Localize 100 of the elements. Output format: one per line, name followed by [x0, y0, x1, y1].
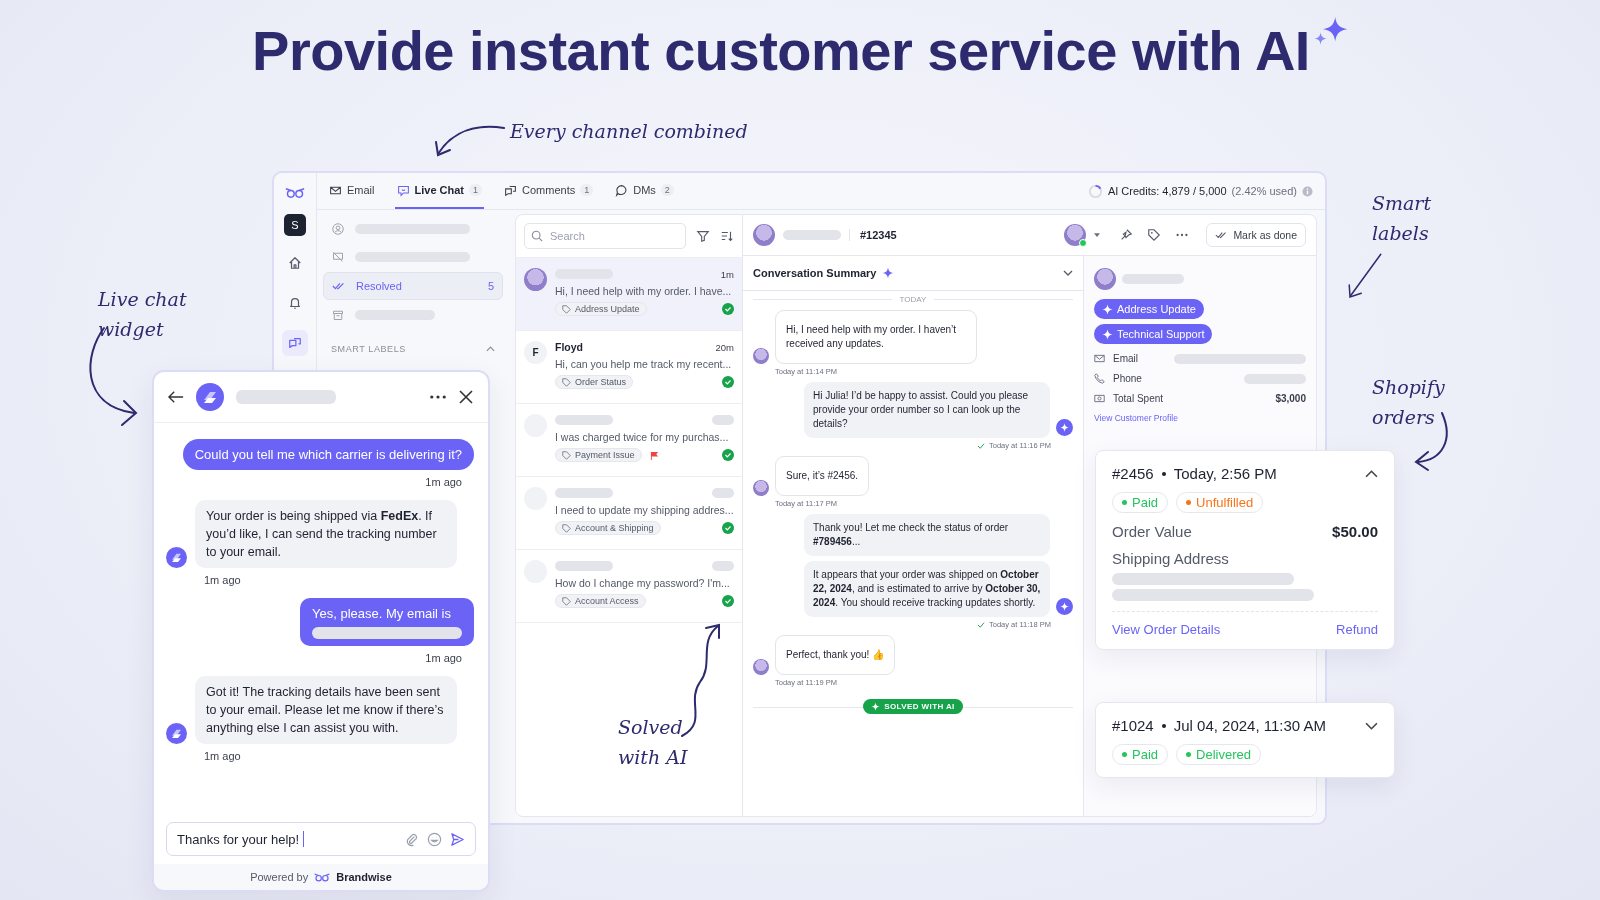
channel-tab[interactable]: Comments 1 — [502, 173, 596, 209]
order-number: #2456 — [1112, 465, 1154, 482]
sort-icon[interactable] — [720, 229, 734, 243]
section-heading: SMART LABELS — [331, 344, 406, 354]
conversation-item[interactable]: I need to update my shipping addres... Account & Shipping — [516, 477, 742, 550]
order-value: $50.00 — [1332, 523, 1378, 540]
archive-icon — [331, 309, 345, 321]
pin-icon[interactable] — [1119, 228, 1134, 242]
message-bubble: Got it! The tracking details have been sent to your email. Please let me know if there’s anything else I can assist you with. — [195, 676, 457, 744]
field-label: Email — [1113, 353, 1138, 364]
summary-bar[interactable]: Conversation Summary — [743, 256, 1083, 291]
headline: Provide instant customer service with AI — [252, 18, 1310, 83]
message-time: 1m ago — [425, 476, 462, 488]
credits-usage-text: (2.42% used) — [1231, 185, 1297, 197]
order-date: Today, 2:56 PM — [1173, 465, 1277, 482]
caret-icon[interactable] — [1094, 233, 1101, 237]
message-bubble: Hi, I need help with my order. I haven’t received any updates. — [775, 310, 977, 364]
order-number: #1024 — [1112, 717, 1154, 734]
brand-logo-icon — [166, 547, 187, 568]
message-bubble: Your order is being shipped via FedEx. If you’d like, I can send the tracking number to your email. — [195, 500, 457, 568]
placeholder-bar — [1122, 274, 1184, 284]
sparkle-icon — [871, 702, 881, 711]
chat-icon[interactable] — [282, 330, 308, 356]
channel-tab[interactable]: DMs 2 — [613, 173, 676, 209]
avatar — [753, 659, 769, 675]
conversation-item[interactable]: F Floyd 20m Hi, can you help me track my recent... Order Status — [516, 331, 742, 404]
tag-icon[interactable] — [1147, 228, 1162, 242]
channel-tab[interactable]: Email — [327, 173, 377, 209]
chevron-icon[interactable] — [1365, 469, 1378, 478]
tag-icon — [562, 523, 571, 533]
assignee-avatar[interactable] — [1064, 224, 1087, 246]
smart-label: Technical Support — [1094, 324, 1213, 344]
conversation-item[interactable]: I was charged twice for my purchas... Payment Issue — [516, 404, 742, 477]
close-icon[interactable] — [458, 390, 474, 404]
conversation-item[interactable]: 1m Hi, I need help with my order. I have... Address Update — [516, 258, 742, 331]
day-divider: TODAY — [899, 295, 927, 304]
owl-logo-icon — [285, 186, 305, 200]
message-preview: I was charged twice for my purchas... — [555, 431, 730, 443]
placeholder-bar — [555, 488, 613, 498]
avatar — [753, 480, 769, 496]
order-link[interactable]: Refund — [1336, 622, 1378, 637]
label-tag: Address Update — [555, 302, 647, 316]
message-bubble: Hi Julia! I’d be happy to assist. Could you please provide your order number so I can look up the details? — [804, 382, 1050, 438]
powered-by-text: Powered by — [250, 871, 309, 883]
message-preview: How do I change my password? I'm... — [555, 577, 731, 589]
separator-dot — [1161, 723, 1166, 728]
message-input[interactable]: Thanks for your help! — [166, 822, 476, 856]
back-icon[interactable] — [168, 390, 184, 404]
message-bubble: Perfect, thank you! 👍 — [775, 635, 896, 675]
tag-icon — [562, 450, 571, 460]
placeholder-bar — [1244, 373, 1306, 384]
handwritten-note: Solved with AI — [618, 715, 689, 770]
order-date: Jul 04, 2024, 11:30 AM — [1173, 717, 1327, 734]
channel-tab[interactable]: Live Chat 1 — [394, 173, 485, 209]
chevron-icon[interactable] — [1365, 721, 1378, 730]
filter-icon[interactable] — [696, 229, 710, 243]
sparkle-icon — [882, 267, 895, 279]
search-icon — [531, 230, 543, 242]
message-bubble: Sure, it’s #2456. — [775, 456, 870, 496]
cash-icon — [1094, 393, 1105, 404]
speech-bubble-icon — [615, 183, 629, 197]
comments-icon — [504, 183, 518, 197]
message-bubble: It appears that your order was shipped on October 22, 2024, and is estimated to arrive by October 30, 2024. You should receive tracking updates shortly. — [804, 561, 1050, 617]
progress-ring-icon — [1087, 183, 1103, 199]
conversation-item[interactable]: How do I change my password? I'm... Account Access — [516, 550, 742, 623]
timestamp: 1m — [720, 268, 734, 280]
order-link[interactable]: View Order Details — [1112, 622, 1221, 637]
chat-bubble-icon — [396, 183, 410, 197]
placeholder-bar — [555, 561, 613, 571]
message-preview: I need to update my shipping addres... — [555, 504, 734, 516]
message-bubble: Thank you! Let me check the status of order #789456... — [804, 514, 1050, 556]
view-profile-link[interactable]: View Customer Profile — [1094, 413, 1306, 423]
handwritten-note: Every channel combined — [510, 119, 749, 144]
workspace-avatar[interactable]: S — [284, 214, 306, 236]
chevron-icon[interactable] — [1063, 270, 1073, 276]
owl-logo-icon — [314, 871, 331, 883]
brand-logo-icon — [196, 383, 224, 411]
emoji-icon[interactable] — [427, 831, 442, 847]
sparkle-icon — [1102, 328, 1113, 340]
smart-label: Address Update — [1094, 299, 1204, 319]
double-check-icon — [332, 280, 346, 292]
nav-item[interactable]: Resolved 5 — [323, 272, 503, 300]
label-tag: Payment Issue — [555, 448, 642, 462]
message-time: 1m ago — [425, 652, 462, 664]
double-check-icon — [1215, 230, 1229, 240]
field-value: $3,000 — [1275, 393, 1306, 404]
avatar — [524, 268, 547, 291]
send-icon[interactable] — [450, 831, 465, 847]
paperclip-icon[interactable] — [404, 831, 419, 847]
avatar — [753, 348, 769, 364]
order-value-label: Order Value — [1112, 523, 1192, 540]
field-label: Phone — [1113, 373, 1142, 384]
ai-sparkle-icon — [1056, 419, 1073, 436]
avatar: F — [524, 341, 547, 364]
mark-as-done-button[interactable]: Mark as done — [1206, 223, 1306, 247]
label-tag: Order Status — [555, 375, 634, 389]
avatar — [753, 224, 775, 246]
contact-name: Floyd — [555, 341, 583, 353]
search-field[interactable]: Search — [524, 223, 686, 249]
handwritten-note: Shopify orders — [1372, 375, 1446, 430]
